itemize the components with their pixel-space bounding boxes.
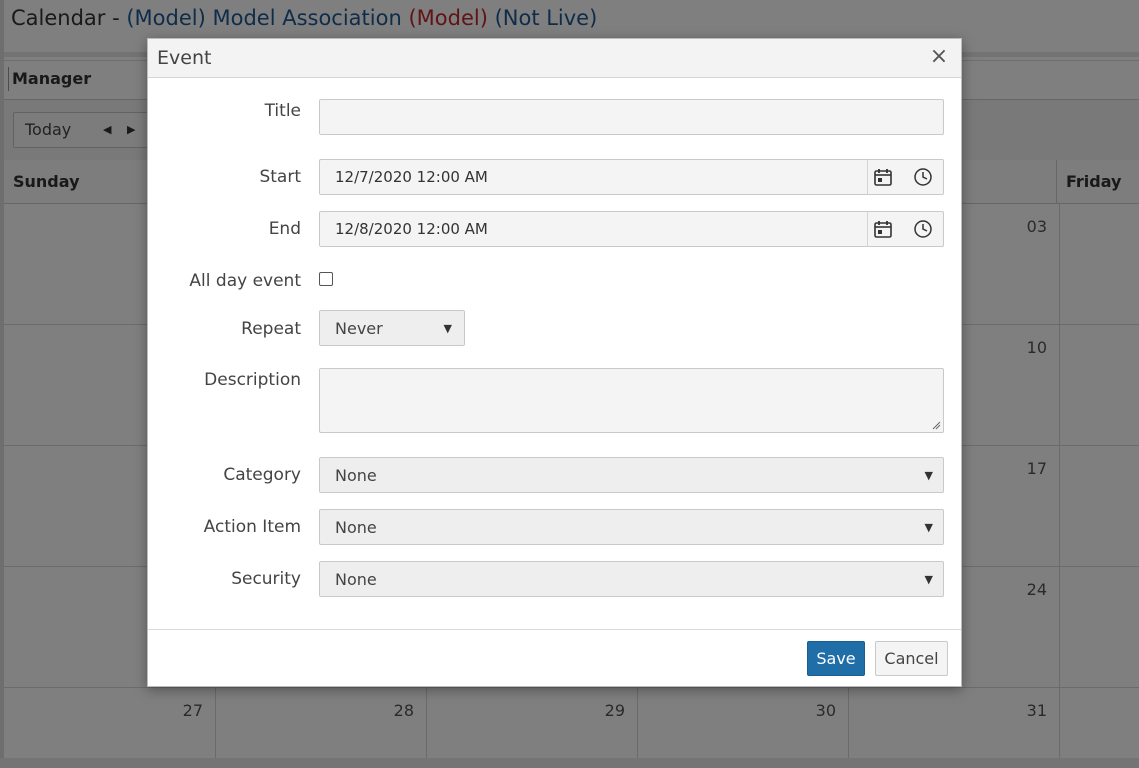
end-picker-icons (867, 212, 943, 246)
description-textarea[interactable] (319, 368, 944, 433)
clock-icon[interactable] (913, 167, 933, 187)
security-dropdown[interactable]: None ▼ (319, 561, 944, 597)
close-icon[interactable]: × (929, 45, 949, 69)
dialog-footer-divider (148, 629, 961, 630)
dialog-title: Event (157, 47, 212, 69)
title-label: Title (264, 101, 301, 121)
end-datetime-field (319, 211, 944, 247)
action-item-label: Action Item (203, 517, 301, 537)
start-label: Start (259, 167, 301, 187)
action-item-dropdown[interactable]: None ▼ (319, 509, 944, 545)
save-button[interactable]: Save (807, 641, 865, 676)
category-dropdown[interactable]: None ▼ (319, 457, 944, 493)
description-label: Description (204, 370, 301, 390)
caret-down-icon: ▼ (443, 322, 452, 335)
category-value: None (335, 466, 377, 485)
clock-icon[interactable] (913, 219, 933, 239)
repeat-label: Repeat (241, 319, 301, 339)
start-input[interactable] (320, 160, 868, 194)
caret-down-icon: ▼ (924, 469, 933, 482)
all-day-checkbox[interactable] (319, 272, 333, 286)
end-label: End (268, 219, 301, 239)
end-input[interactable] (320, 212, 868, 246)
caret-down-icon: ▼ (924, 573, 933, 586)
start-picker-icons (867, 160, 943, 194)
cancel-button[interactable]: Cancel (875, 641, 948, 676)
action-item-value: None (335, 518, 377, 537)
title-field (319, 99, 944, 135)
title-input[interactable] (320, 100, 943, 134)
calendar-icon[interactable] (873, 219, 893, 239)
start-datetime-field (319, 159, 944, 195)
event-dialog: Event × Title Start End (147, 38, 962, 687)
repeat-value: Never (335, 319, 383, 338)
security-value: None (335, 570, 377, 589)
caret-down-icon: ▼ (924, 521, 933, 534)
resize-grip-icon[interactable] (932, 421, 941, 430)
repeat-dropdown[interactable]: Never ▼ (319, 310, 465, 346)
category-label: Category (223, 465, 301, 485)
dialog-header: Event × (148, 39, 961, 78)
all-day-label: All day event (189, 271, 301, 291)
security-label: Security (231, 569, 301, 589)
calendar-icon[interactable] (873, 167, 893, 187)
